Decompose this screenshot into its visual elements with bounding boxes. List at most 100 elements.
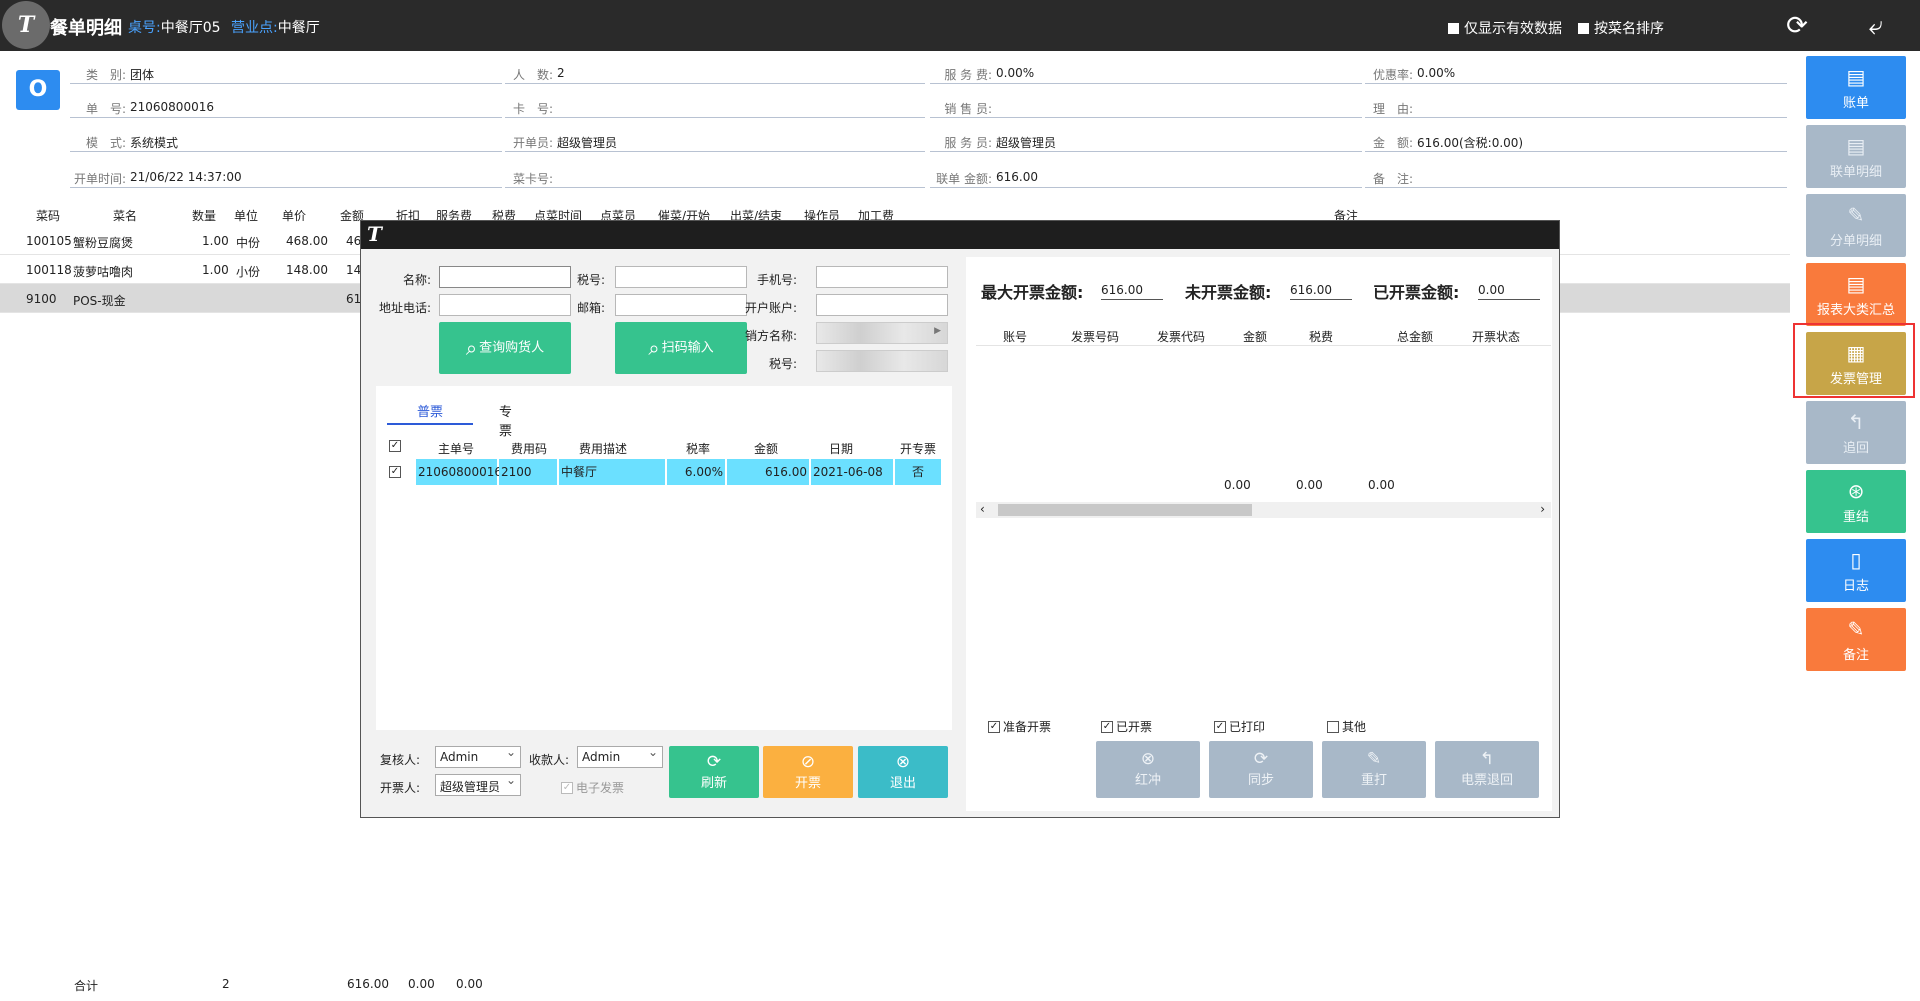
dialog-title-bar: T <box>361 221 1559 249</box>
total-service: 0.00 <box>456 977 483 991</box>
select-all-checkbox[interactable]: ✓ <box>389 440 401 452</box>
checkbox-label: 电子发票 <box>576 781 625 795</box>
e-invoice-return-button[interactable]: ↰ 电票退回 <box>1435 741 1539 798</box>
prepare-checkbox[interactable]: ✓ 准备开票 <box>988 718 1051 735</box>
document-icon: ▤ <box>1846 134 1866 158</box>
invoice-items-header: ✓ 主单号 费用码 费用描述 税率 金额 日期 开专票 <box>386 436 941 456</box>
checkbox-box[interactable]: ✓ <box>561 781 573 794</box>
sidebar-button[interactable]: ⊛ 重结 <box>1806 470 1906 533</box>
dish-qty: 1.00 <box>202 234 229 248</box>
order-field: 人 数: 2 <box>505 62 925 84</box>
table-row[interactable]: ✓ 21060800016 2100 中餐厅 6.00% 616.00 2021… <box>386 459 941 485</box>
fee-desc-cell: 中餐厅 <box>559 459 665 485</box>
report-icon: ▤ <box>1846 272 1866 296</box>
bank-input[interactable] <box>816 294 948 316</box>
e-invoice-checkbox[interactable]: ✓ 电子发票 <box>561 779 624 796</box>
tax-rate-cell: 6.00% <box>667 459 725 485</box>
buyer-tax-label: 税号: <box>576 273 605 287</box>
sync-button[interactable]: ⟳ 同步 <box>1209 741 1313 798</box>
sidebar-button[interactable]: ✎ 备注 <box>1806 608 1906 671</box>
sidebar-button[interactable]: ▤ 报表大类汇总 <box>1806 263 1906 326</box>
reviewer-select[interactable]: Admin <box>435 745 521 768</box>
records-total-tax: 0.00 <box>1296 478 1323 492</box>
scan-input-button[interactable]: ⌕ 扫码输入 <box>615 322 747 374</box>
footer-totals: 合计 2 616.00 0.00 0.00 <box>0 975 1790 997</box>
checkbox-box[interactable] <box>1578 22 1589 34</box>
issued-checkbox[interactable]: ✓ 已开票 <box>1101 718 1152 735</box>
other-checkbox[interactable]: 其他 <box>1327 718 1366 735</box>
phone-input[interactable] <box>816 266 948 288</box>
undo-icon: ↰ <box>1847 410 1865 434</box>
row-checkbox[interactable]: ✓ <box>389 466 401 478</box>
sidebar-label: 重结 <box>1842 510 1869 525</box>
unissued-amount-label: 未开票金额: <box>1185 283 1272 302</box>
checkbox-box[interactable] <box>1448 22 1459 34</box>
sidebar-button[interactable]: ↰ 追回 <box>1806 401 1906 464</box>
search-buyer-button[interactable]: ⌕ 查询购货人 <box>439 322 571 374</box>
refresh-button[interactable]: ⟳ 刷新 <box>669 746 759 798</box>
scrollbar-thumb[interactable] <box>998 504 1252 516</box>
sidebar-label: 备注 <box>1842 648 1869 663</box>
sort-by-name-checkbox[interactable]: 按菜名排序 <box>1578 18 1664 38</box>
table-value: 中餐厅05 <box>160 20 221 36</box>
highlight-frame <box>1793 323 1915 398</box>
issue-invoice-button[interactable]: ⊘ 开票 <box>763 746 853 798</box>
dish-amount: 46 <box>346 234 362 248</box>
payee-select[interactable]: Admin <box>577 745 663 768</box>
sidebar-button[interactable]: ▤ 账单 <box>1806 56 1906 119</box>
email-input[interactable] <box>615 294 747 316</box>
checkbox-box[interactable]: ✓ <box>988 720 1000 733</box>
sidebar-button[interactable]: ▤ 联单明细 <box>1806 125 1906 188</box>
max-amount-label: 最大开票金额: <box>981 283 1084 302</box>
sidebar-button[interactable]: ▯ 日志 <box>1806 539 1906 602</box>
total-qty: 2 <box>222 977 230 991</box>
valid-only-checkbox[interactable]: 仅显示有效数据 <box>1448 18 1562 38</box>
dialog-logo: T <box>367 222 382 246</box>
reviewer-label: 复核人: <box>379 753 420 767</box>
dish-price: 468.00 <box>286 234 328 248</box>
red-reverse-button[interactable]: ⊗ 红冲 <box>1096 741 1200 798</box>
column-header: 账号 <box>1003 330 1028 344</box>
scroll-left-icon[interactable]: ‹ <box>980 502 985 516</box>
checkbox-box[interactable]: ✓ <box>1101 720 1113 733</box>
column-header: 发票代码 <box>1157 330 1206 344</box>
button-label: 查询购货人 <box>479 340 545 356</box>
column-header: 日期 <box>829 442 854 456</box>
button-label: 刷新 <box>700 776 727 791</box>
back-icon[interactable]: ⤶ <box>1862 12 1890 40</box>
address-input[interactable] <box>439 294 571 316</box>
checkbox-label: 按菜名排序 <box>1594 21 1664 37</box>
order-field: 开单时间: 21/06/22 14:37:00 <box>70 166 502 188</box>
tab-normal-invoice[interactable]: 普票 <box>387 401 473 425</box>
reprint-button[interactable]: ✎ 重打 <box>1322 741 1426 798</box>
scroll-right-icon[interactable]: › <box>1540 502 1545 516</box>
button-label: 开票 <box>794 776 821 791</box>
dish-qty: 1.00 <box>202 263 229 277</box>
top-bar: T 餐单明细 桌号:中餐厅05 营业点:中餐厅 仅显示有效数据 按菜名排序 ⟳ … <box>0 0 1920 51</box>
checkbox-box[interactable] <box>1327 720 1339 733</box>
column-header: 总金额 <box>1397 330 1434 344</box>
horizontal-scrollbar[interactable]: ‹ › <box>976 502 1551 518</box>
buyer-name-input[interactable] <box>439 266 571 288</box>
exit-button[interactable]: ⊗ 退出 <box>858 746 948 798</box>
field-label: 开单时间: <box>73 172 126 186</box>
sidebar-button[interactable]: ✎ 分单明细 <box>1806 194 1906 257</box>
refresh-icon[interactable]: ⟳ <box>1783 12 1811 40</box>
column-header: 单价 <box>282 209 307 223</box>
tab-special-invoice[interactable]: 专票 <box>499 401 512 439</box>
printed-checkbox[interactable]: ✓ 已打印 <box>1214 718 1265 735</box>
dish-unit: 中份 <box>236 236 261 250</box>
buyer-tax-input[interactable] <box>615 266 747 288</box>
dish-amount: 14 <box>346 263 362 277</box>
unissued-amount-value: 616.00 <box>1290 280 1352 300</box>
records-total-sum: 0.00 <box>1368 478 1395 492</box>
dish-code: 9100 <box>26 292 57 306</box>
field-value: 超级管理员 <box>557 136 618 150</box>
seller-name-select[interactable]: ▶ <box>816 322 948 344</box>
seller-tax-input[interactable] <box>816 350 948 372</box>
payee-label: 收款人: <box>528 753 569 767</box>
column-header: 主单号 <box>438 442 475 456</box>
checkbox-box[interactable]: ✓ <box>1214 720 1226 733</box>
issuer-select[interactable]: 超级管理员 <box>435 773 521 796</box>
email-label: 邮箱: <box>576 301 605 315</box>
